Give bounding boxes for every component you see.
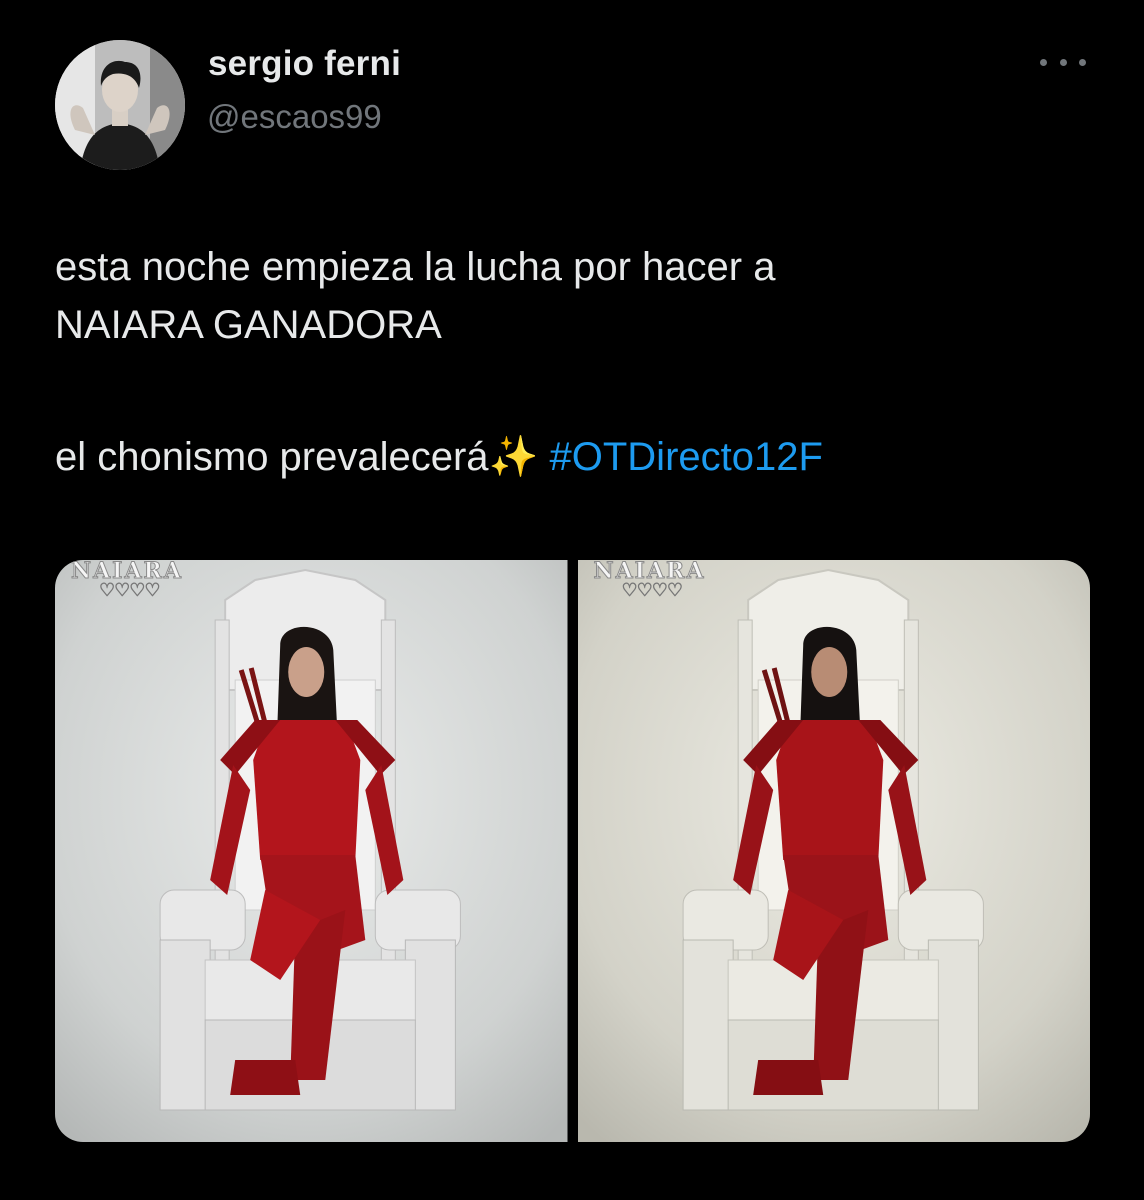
tweet: sergio ferni @escaos99 esta noche empiez… <box>0 0 1144 1200</box>
media-photo[interactable]: NAIARA ♡♡♡♡ <box>577 560 1090 1142</box>
dot <box>1040 58 1047 66</box>
sparkles-emoji: ✨ <box>488 435 539 479</box>
tweet-text: esta noche empieza la lucha por hacer a … <box>55 238 1095 486</box>
tweet-text-fragment: el chonismo prevalecerá <box>55 435 489 479</box>
author-handle[interactable]: @escaos99 <box>207 98 382 136</box>
photo-watermark-hearts: ♡♡♡♡ <box>621 580 683 601</box>
avatar[interactable] <box>55 40 185 170</box>
tweet-text-line: esta noche empieza la lucha por hacer a <box>55 245 776 289</box>
tweet-text-line: NAIARA GANADORA <box>55 303 442 347</box>
photo-watermark-hearts: ♡♡♡♡ <box>99 580 161 601</box>
author-display-name[interactable]: sergio ferni <box>208 44 401 84</box>
media-photo[interactable]: NAIARA ♡♡♡♡ <box>55 560 568 1142</box>
dot <box>1079 58 1086 66</box>
hashtag-link[interactable]: #OTDirecto12F <box>550 435 823 479</box>
media-grid: NAIARA ♡♡♡♡ NAIARA ♡♡♡♡ <box>55 560 1090 1142</box>
more-options-icon[interactable] <box>1040 50 1086 74</box>
tweet-text-line: el chonismo prevalecerá✨ #OTDirecto12F <box>55 428 1095 486</box>
dot <box>1059 58 1067 66</box>
